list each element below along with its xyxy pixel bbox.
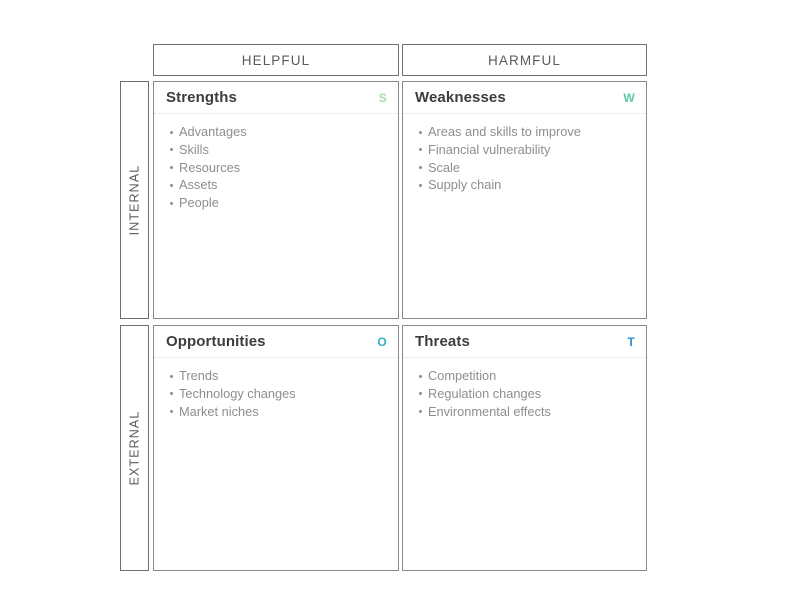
quadrant-opportunities: Opportunities O Trends Technology changes… [153, 325, 399, 571]
list-item: Environmental effects [419, 403, 634, 421]
quadrant-strengths: Strengths S Advantages Skills Resources Ass… [153, 81, 399, 319]
row-header-external: EXTERNAL [120, 325, 149, 571]
quadrant-threats: Threats T Competition Regulation changes E… [402, 325, 647, 571]
quadrant-strengths-header: Strengths S [154, 82, 398, 114]
list-item: Competition [419, 367, 634, 385]
weaknesses-badge-icon: W [623, 91, 635, 105]
strengths-badge-icon: S [378, 91, 387, 105]
threats-badge-icon: T [627, 335, 635, 349]
quadrant-weaknesses-list: Areas and skills to improve Financial vul… [403, 114, 646, 194]
column-header-helpful: HELPFUL [153, 44, 399, 76]
list-item: Resources [170, 159, 386, 177]
quadrant-threats-list: Competition Regulation changes Environment… [403, 358, 646, 420]
quadrant-weaknesses-title: Weaknesses [415, 89, 506, 106]
quadrant-opportunities-list: Trends Technology changes Market niches [154, 358, 398, 420]
list-item: Trends [170, 367, 386, 385]
quadrant-threats-title: Threats [415, 333, 470, 350]
list-item: Skills [170, 141, 386, 159]
quadrant-strengths-list: Advantages Skills Resources Assets People [154, 114, 398, 212]
list-item: Financial vulnerability [419, 141, 634, 159]
quadrant-weaknesses: Weaknesses W Areas and skills to improve… [402, 81, 647, 319]
row-header-internal: INTERNAL [120, 81, 149, 319]
row-header-external-label: EXTERNAL [127, 410, 142, 486]
column-header-helpful-label: HELPFUL [241, 52, 311, 68]
list-item: Technology changes [170, 385, 386, 403]
opportunities-badge-icon: O [377, 335, 387, 349]
quadrant-weaknesses-header: Weaknesses W [403, 82, 646, 114]
list-item: Advantages [170, 123, 386, 141]
list-item: Assets [170, 176, 386, 194]
list-item: People [170, 194, 386, 212]
quadrant-opportunities-title: Opportunities [166, 333, 266, 350]
list-item: Market niches [170, 403, 386, 421]
column-header-harmful: HARMFUL [402, 44, 647, 76]
swot-matrix: HELPFUL HARMFUL INTERNAL EXTERNAL Streng… [0, 0, 800, 600]
list-item: Areas and skills to improve [419, 123, 634, 141]
list-item: Supply chain [419, 176, 634, 194]
quadrant-opportunities-header: Opportunities O [154, 326, 398, 358]
list-item: Regulation changes [419, 385, 634, 403]
row-header-internal-label: INTERNAL [127, 164, 142, 236]
list-item: Scale [419, 159, 634, 177]
column-header-harmful-label: HARMFUL [488, 52, 561, 68]
quadrant-threats-header: Threats T [403, 326, 646, 358]
quadrant-strengths-title: Strengths [166, 89, 237, 106]
